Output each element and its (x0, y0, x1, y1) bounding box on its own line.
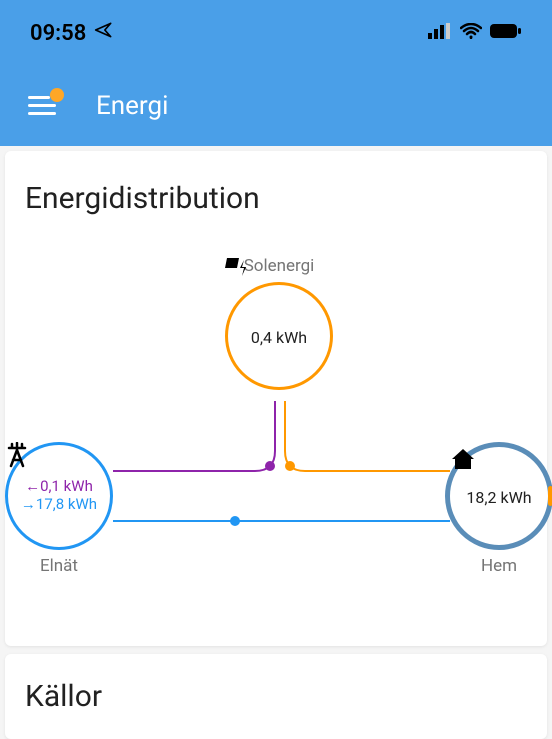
grid-label: Elnät (40, 556, 78, 576)
wifi-icon (460, 23, 482, 43)
grid-import-value: →17,8 kWh (21, 495, 97, 513)
home-value: 18,2 kWh (466, 488, 531, 507)
battery-icon (490, 23, 522, 43)
sources-title: Källor (25, 679, 527, 714)
status-time: 09:58 (30, 21, 86, 46)
signal-icon (428, 23, 452, 43)
page-title: Energi (96, 91, 168, 121)
app-bar: Energi (0, 66, 552, 146)
home-label: Hem (481, 556, 517, 576)
card-title: Energidistribution (25, 181, 527, 216)
energy-flow-diagram: Solenergi 0,4 kWh ←0,1 kWh →17,8 kWh (25, 256, 527, 616)
solar-circle[interactable]: 0,4 kWh (225, 282, 333, 390)
status-left: 09:58 (30, 20, 114, 46)
solar-value: 0,4 kWh (251, 328, 307, 347)
status-bar: 09:58 (0, 0, 552, 66)
energy-distribution-card: Energidistribution Solenergi (5, 151, 547, 646)
solar-node: Solenergi 0,4 kWh (225, 256, 333, 390)
grid-node: ←0,1 kWh →17,8 kWh Elnät (5, 442, 113, 576)
grid-values: ←0,1 kWh →17,8 kWh (21, 477, 97, 513)
notification-badge-icon (50, 88, 64, 102)
grid-circle[interactable]: ←0,1 kWh →17,8 kWh (5, 442, 113, 550)
menu-button[interactable] (28, 94, 56, 118)
status-right (428, 23, 522, 43)
sources-card: Källor (5, 654, 547, 739)
home-node: 18,2 kWh Hem (445, 442, 552, 576)
home-circle[interactable]: 18,2 kWh (445, 442, 552, 550)
content: Energidistribution Solenergi (0, 146, 552, 739)
location-icon (94, 20, 114, 46)
solar-label: Solenergi (244, 256, 315, 276)
grid-export-value: ←0,1 kWh (25, 477, 93, 495)
